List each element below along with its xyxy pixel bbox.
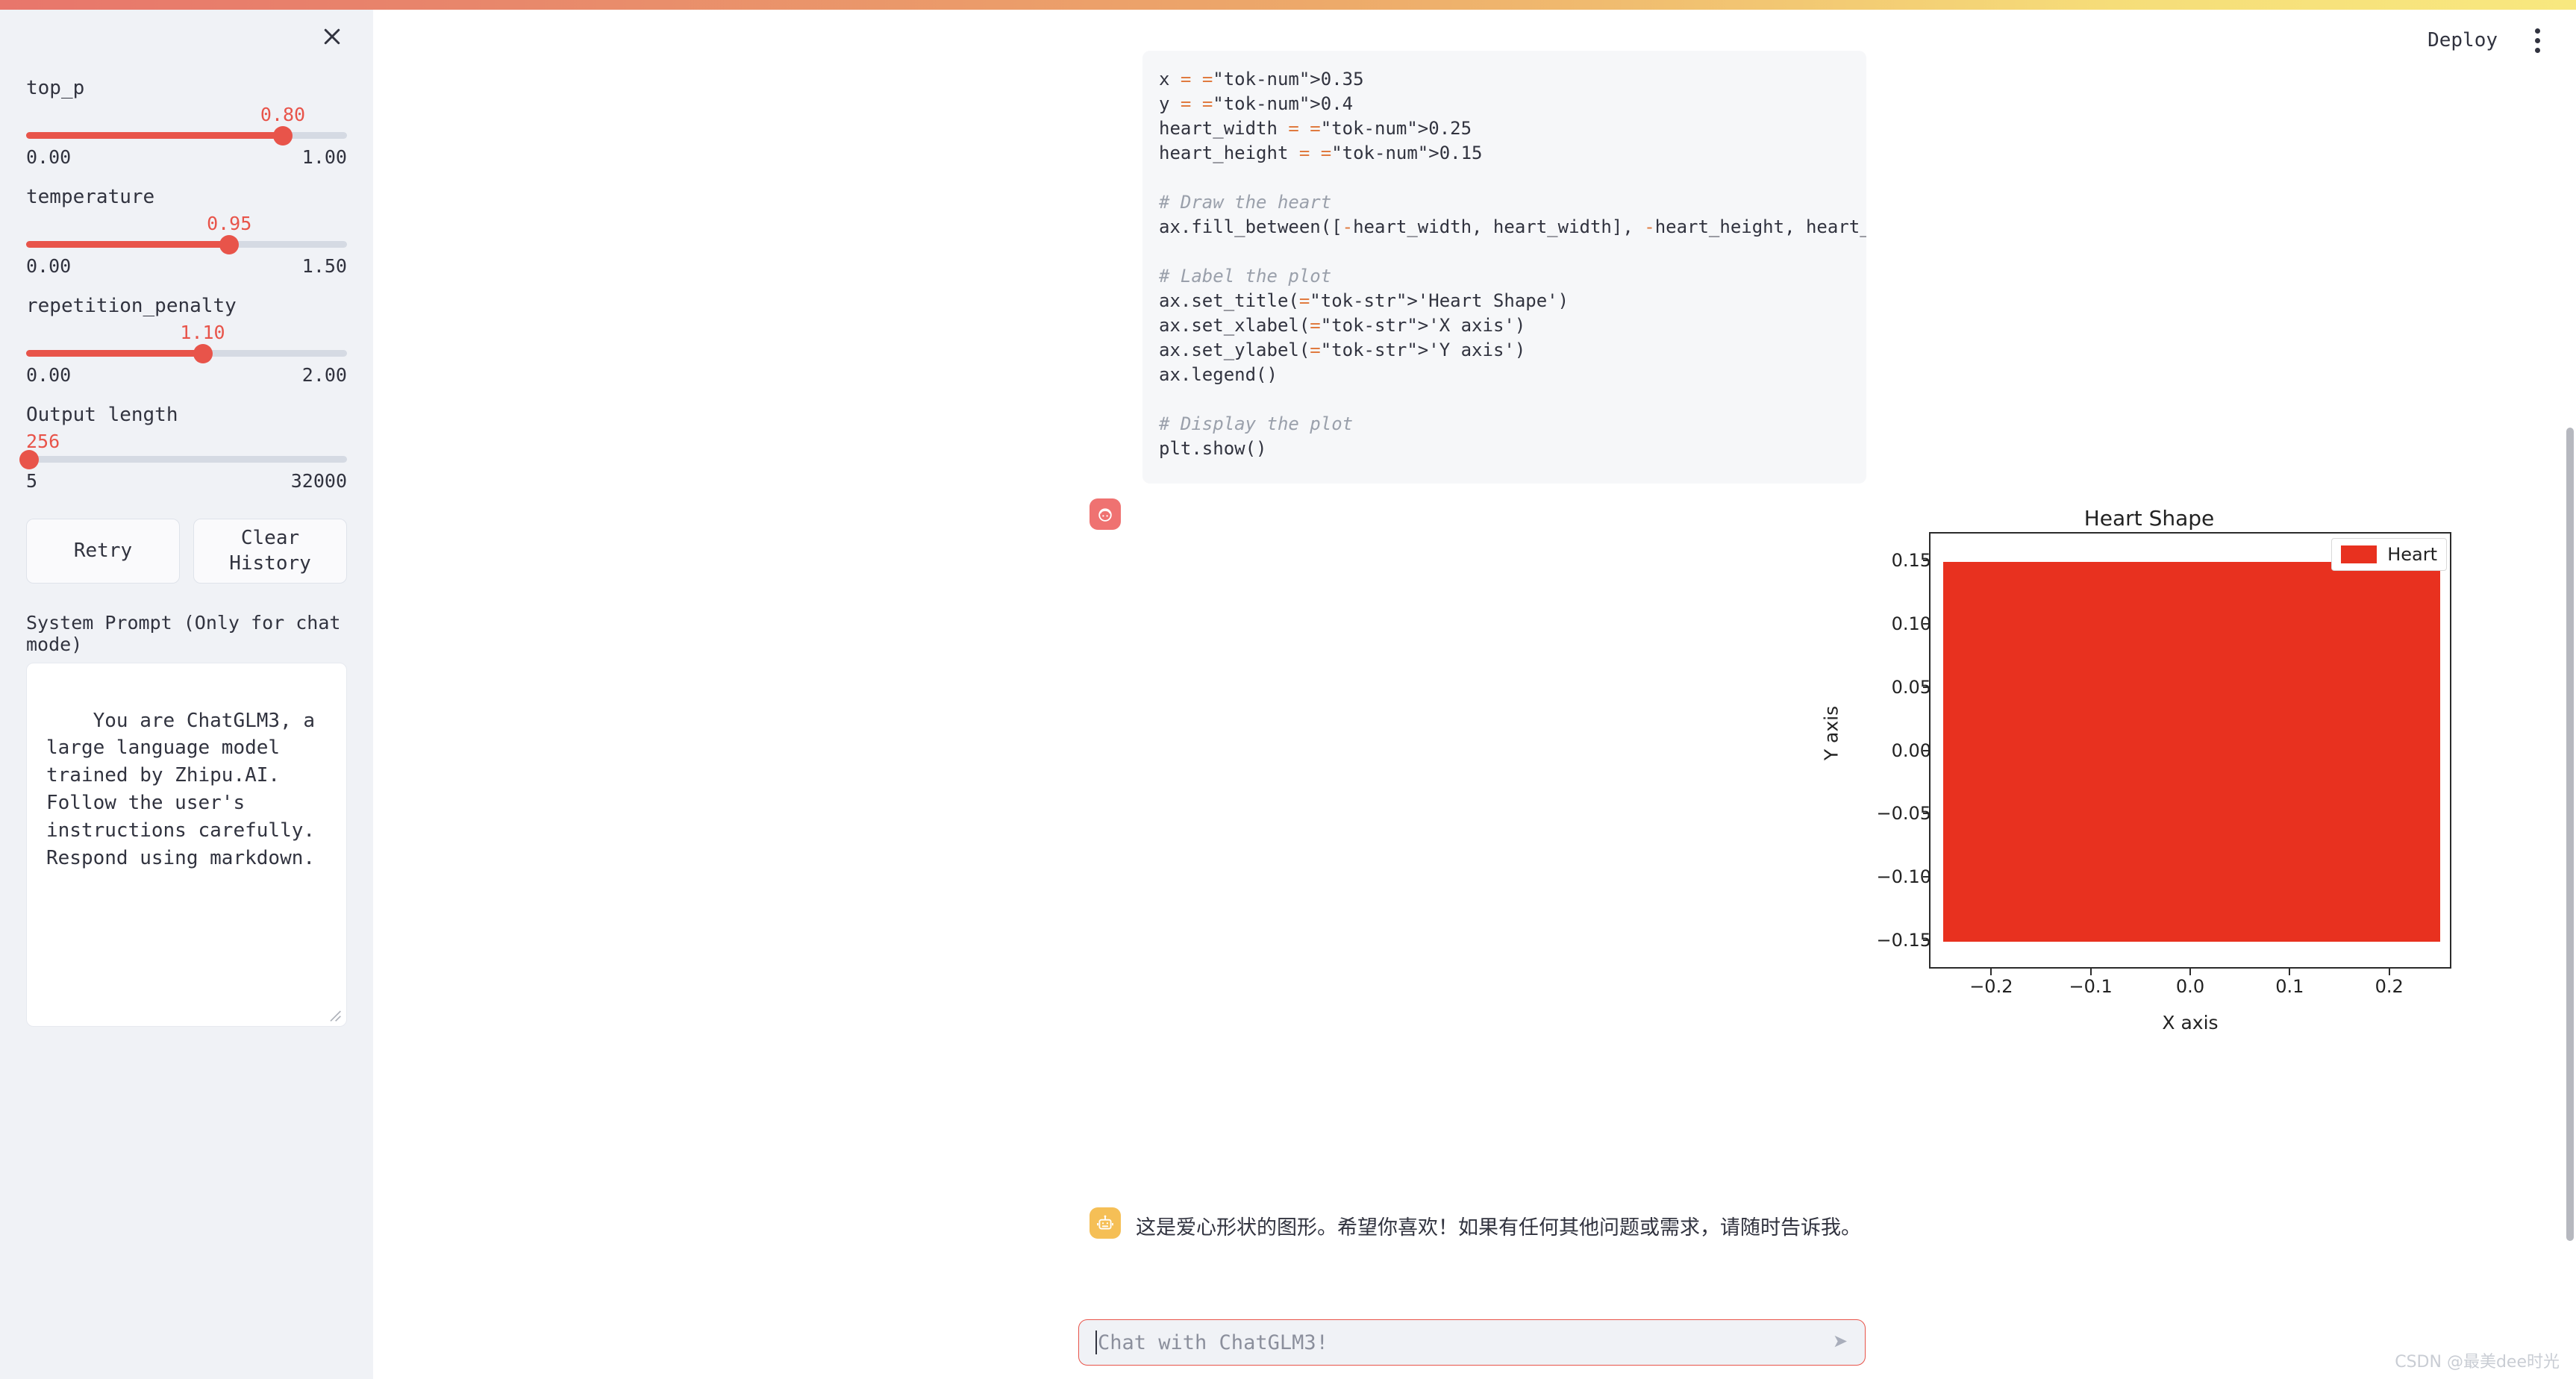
chat-input[interactable]: Chat with ChatGLM3! xyxy=(1098,1331,1833,1354)
system-prompt-value: You are ChatGLM3, a large language model… xyxy=(46,709,327,870)
main-content: Deploy x = ="tok-num">0.35 y = ="tok-num"… xyxy=(373,10,2576,1379)
chart-xtick-mark xyxy=(2388,969,2390,975)
page-scrollbar-track[interactable] xyxy=(2564,10,2576,1379)
chart-xtick-label: 0.0 xyxy=(2175,976,2205,997)
system-prompt-label: System Prompt (Only for chat mode) xyxy=(26,611,341,655)
text-caret xyxy=(1095,1330,1097,1354)
send-arrow-icon[interactable]: ➤ xyxy=(1833,1330,1848,1355)
chat-input-container[interactable]: Chat with ChatGLM3! ➤ xyxy=(1078,1319,1866,1366)
generation-progress-bar xyxy=(0,0,2576,10)
code-block[interactable]: x = ="tok-num">0.35 y = ="tok-num">0.4 hea… xyxy=(1142,51,1866,484)
slider-label-temperature: temperature xyxy=(26,186,155,208)
slider-min-output-length: 5 xyxy=(26,470,38,492)
slider-min-temperature: 0.00 xyxy=(26,255,72,277)
slider-max-temperature: 1.50 xyxy=(301,255,347,277)
slider-range-repetition-penalty: 0.00 2.00 xyxy=(26,364,347,386)
slider-value-row-top-p: 0.80 xyxy=(26,104,347,129)
slider-label-repetition-penalty: repetition_penalty xyxy=(26,295,237,317)
kebab-menu-icon[interactable] xyxy=(2527,24,2548,57)
chart-series-heart xyxy=(1942,562,2441,942)
assistant-message-text: 这是爱心形状的图形。希望你喜欢！如果有任何其他问题或需求，请随时告诉我。 xyxy=(1136,1216,1861,1239)
retry-button[interactable]: Retry xyxy=(26,519,180,584)
slider-thumb-output-length[interactable] xyxy=(19,449,40,469)
chart-plot-area: Heart xyxy=(1929,532,2451,969)
slider-track-output-length[interactable] xyxy=(19,449,347,469)
sidebar-action-buttons: Retry Clear History xyxy=(26,519,347,584)
chart-xtick-mark xyxy=(2189,969,2191,975)
chart-xlabel: X axis xyxy=(2162,1012,2219,1034)
settings-sidebar: top_p 0.80 0.00 1.00 temperature 0.95 0.… xyxy=(0,10,373,1379)
slider-fill-temperature xyxy=(26,241,230,248)
close-icon[interactable] xyxy=(317,22,347,51)
chart-xtick-label: −0.2 xyxy=(1969,976,2013,997)
chart-xtick-label: 0.2 xyxy=(2375,976,2404,997)
chart-title: Heart Shape xyxy=(2083,506,2215,531)
slider-value-output-length: 256 xyxy=(26,431,60,452)
user-avatar-icon xyxy=(1090,498,1121,530)
deploy-button[interactable]: Deploy xyxy=(2427,29,2498,51)
slider-repetition-penalty: repetition_penalty 1.10 0.00 2.00 xyxy=(26,295,347,386)
chart-xtick-mark xyxy=(1990,969,1992,975)
slider-value-repetition-penalty: 1.10 xyxy=(180,322,225,343)
slider-track-temperature[interactable] xyxy=(26,234,347,254)
slider-label-output-length: Output length xyxy=(26,404,178,426)
slider-min-top-p: 0.00 xyxy=(26,146,72,168)
slider-fill-top-p xyxy=(26,132,283,139)
slider-max-repetition-penalty: 2.00 xyxy=(301,364,347,386)
chart-xtick-label: 0.1 xyxy=(2275,976,2304,997)
slider-range-output-length: 5 32000 xyxy=(26,470,347,492)
chart-ylabel: Y axis xyxy=(1820,705,1842,761)
kebab-dot xyxy=(2535,47,2540,53)
kebab-dot xyxy=(2535,28,2540,34)
resize-grip-icon[interactable] xyxy=(327,1007,342,1022)
legend-swatch-heart xyxy=(2341,545,2378,563)
clear-history-button[interactable]: Clear History xyxy=(193,519,347,584)
code-content: x = ="tok-num">0.35 y = ="tok-num">0.4 hea… xyxy=(1159,69,1866,459)
legend-label-heart: Heart xyxy=(2387,544,2437,565)
slider-thumb-temperature[interactable] xyxy=(219,234,240,254)
slider-thumb-repetition-penalty[interactable] xyxy=(193,343,213,363)
slider-range-temperature: 0.00 1.50 xyxy=(26,255,347,277)
slider-output-length: Output length 256 5 32000 xyxy=(19,404,347,492)
slider-fill-repetition-penalty xyxy=(26,350,203,357)
slider-max-output-length: 32000 xyxy=(290,470,347,492)
system-prompt-textarea[interactable]: You are ChatGLM3, a large language model… xyxy=(26,662,347,1027)
slider-track-repetition-penalty[interactable] xyxy=(26,343,347,363)
bot-avatar-icon xyxy=(1090,1207,1121,1239)
watermark: CSDN @最美dee时光 xyxy=(2395,1353,2560,1372)
slider-value-temperature: 0.95 xyxy=(207,213,252,234)
kebab-dot xyxy=(2535,37,2540,43)
slider-temperature: temperature 0.95 0.00 1.50 xyxy=(26,186,347,277)
slider-value-row-temperature: 0.95 xyxy=(26,213,347,238)
slider-thumb-top-p[interactable] xyxy=(273,125,293,146)
slider-value-row-output-length: 256 xyxy=(26,431,347,453)
chart-xtick-label: −0.1 xyxy=(2069,976,2113,997)
slider-value-row-repetition-penalty: 1.10 xyxy=(26,322,347,347)
page-scrollbar-thumb[interactable] xyxy=(2566,428,2574,1241)
slider-min-repetition-penalty: 0.00 xyxy=(26,364,72,386)
chart-xtick-mark xyxy=(2289,969,2291,975)
slider-track-top-p[interactable] xyxy=(26,125,347,146)
slider-label-top-p: top_p xyxy=(26,77,85,99)
chart-xtick-mark xyxy=(2089,969,2092,975)
chart-legend: Heart xyxy=(2331,538,2447,571)
slider-value-top-p: 0.80 xyxy=(260,104,306,125)
matplotlib-figure: Heart Shape Y axis X axis −0.15 −0.10 −0.0… xyxy=(1821,498,2463,1073)
sidebar-close-row xyxy=(26,10,347,63)
slider-range-top-p: 0.00 1.00 xyxy=(26,146,347,168)
slider-top-p: top_p 0.80 0.00 1.00 xyxy=(26,77,347,168)
slider-max-top-p: 1.00 xyxy=(301,146,347,168)
